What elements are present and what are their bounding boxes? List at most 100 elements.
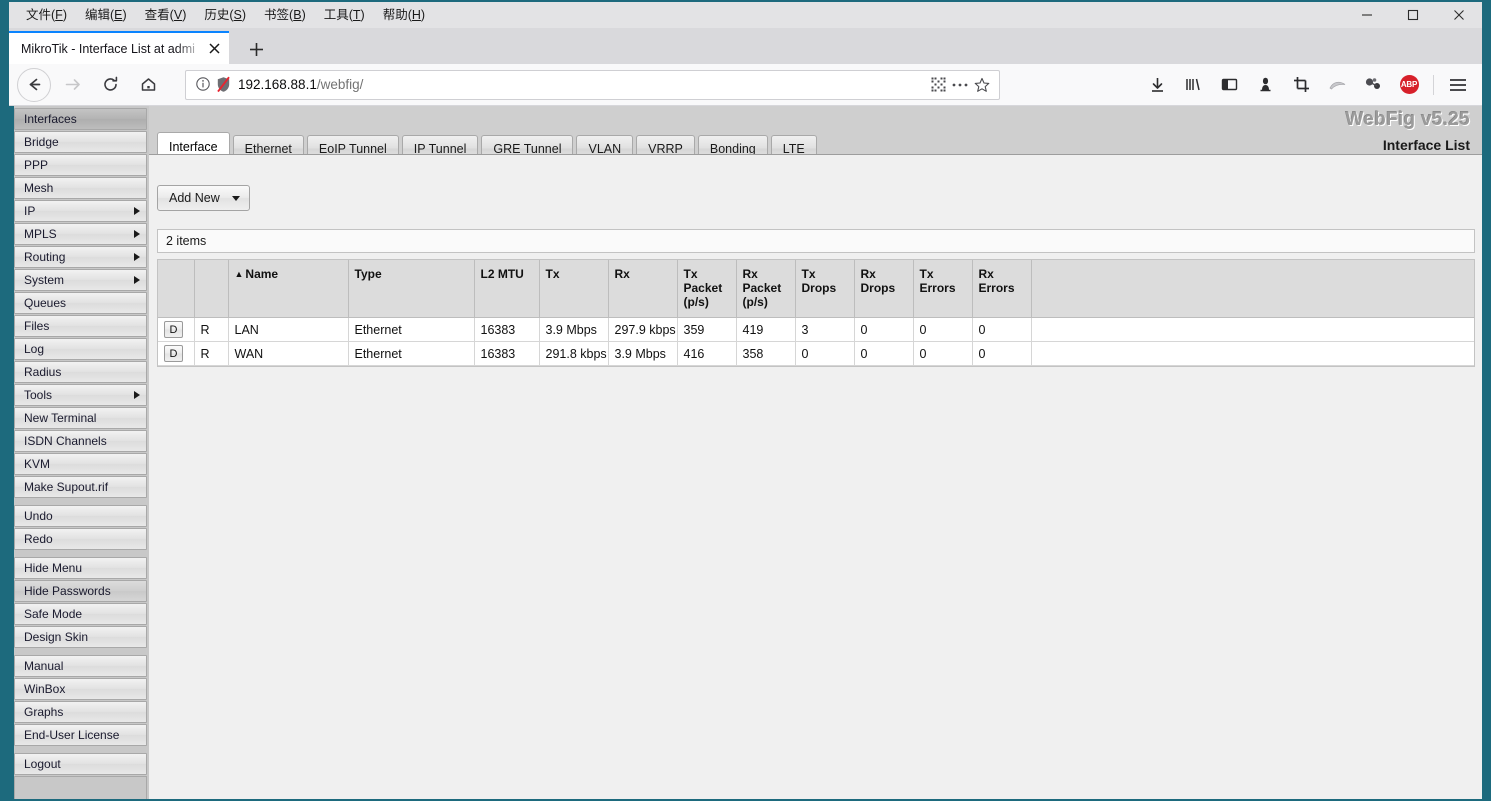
sidebar-item-design-skin[interactable]: Design Skin [14,626,147,648]
menu-item-1[interactable]: 文件(F) [17,4,76,26]
browser-toolbar-icons: ABP [1139,70,1482,100]
sidebar-icon[interactable] [1214,70,1244,100]
cell-rx: 3.9 Mbps [608,341,678,366]
url-bar[interactable]: 192.168.88.1/webfig/ [185,69,1000,100]
column-header-l2-mtu[interactable]: L2 MTU [474,260,540,318]
sidebar-item-end-user-license[interactable]: End-User License [14,724,147,746]
adblock-plus-icon[interactable]: ABP [1394,70,1424,100]
sidebar-item-radius[interactable]: Radius [14,361,147,383]
column-header-blank-13 [1031,260,1474,318]
detail-button[interactable]: D [164,345,183,362]
ellipsis-icon[interactable] [949,74,971,96]
detail-button[interactable]: D [164,321,183,338]
info-circle-icon[interactable] [195,76,212,93]
sidebar-item-bridge[interactable]: Bridge [14,131,147,153]
qr-code-icon[interactable] [927,74,949,96]
sidebar-item-label: Redo [24,532,53,546]
sidebar-item-mpls[interactable]: MPLS [14,223,147,245]
cell-name: WAN [228,341,349,366]
sidebar-item-hide-passwords[interactable]: Hide Passwords [14,580,147,602]
maximize-button[interactable] [1390,2,1436,28]
sidebar-item-system[interactable]: System [14,269,147,291]
sidebar-item-graphs[interactable]: Graphs [14,701,147,723]
sidebar-item-isdn-channels[interactable]: ISDN Channels [14,430,147,452]
column-header-rx-packet-p-s[interactable]: Rx Packet (p/s) [736,260,796,318]
close-button[interactable] [1436,2,1482,28]
sidebar-item-make-supout-rif[interactable]: Make Supout.rif [14,476,147,498]
sidebar-item-redo[interactable]: Redo [14,528,147,550]
column-header-tx-packet-p-s[interactable]: Tx Packet (p/s) [677,260,737,318]
webfig-version: WebFig v5.25 [1345,109,1470,130]
star-icon[interactable] [971,74,993,96]
screenshot-icon[interactable] [1286,70,1316,100]
column-header-type[interactable]: Type [348,260,475,318]
add-new-button[interactable]: Add New [157,185,250,211]
chevron-right-icon [134,391,140,399]
downloads-icon[interactable] [1142,70,1172,100]
column-header-rx[interactable]: Rx [608,260,678,318]
sidebar-item-label: Graphs [24,705,64,719]
column-header-name[interactable]: ▲ Name [228,260,349,318]
cell-detail[interactable]: D [158,341,195,366]
sidebar-item-label: New Terminal [24,411,97,425]
sidebar-item-kvm[interactable]: KVM [14,453,147,475]
sidebar-item-ip[interactable]: IP [14,200,147,222]
hamburger-menu-icon[interactable] [1443,70,1473,100]
cell-detail[interactable]: D [158,317,195,342]
sidebar-item-files[interactable]: Files [14,315,147,337]
sidebar-item-log[interactable]: Log [14,338,147,360]
forward-arrow-icon [55,68,89,102]
column-header-tx-drops[interactable]: Tx Drops [795,260,855,318]
menu-item-3[interactable]: 查看(V) [136,4,196,26]
sidebar-item-label: Tools [24,388,53,402]
cell-type: Ethernet [348,317,475,342]
sidebar-item-hide-menu[interactable]: Hide Menu [14,557,147,579]
new-tab-button[interactable] [240,35,272,64]
menu-item-2[interactable]: 编辑(E) [76,4,136,26]
sidebar-item-manual[interactable]: Manual [14,655,147,677]
sidebar-item-interfaces[interactable]: Interfaces [14,108,147,130]
sidebar-item-logout[interactable]: Logout [14,753,147,775]
column-header-tx-errors[interactable]: Tx Errors [913,260,973,318]
sidebar-item-new-terminal[interactable]: New Terminal [14,407,147,429]
sidebar-item-safe-mode[interactable]: Safe Mode [14,603,147,625]
interface-table-container: ▲ Name Type L2 MTU Tx Rx Tx Packet (p/s) Rx Pac… [157,259,1475,367]
sidebar-item-tools[interactable]: Tools [14,384,147,406]
url-text[interactable]: 192.168.88.1/webfig/ [238,77,927,92]
sidebar-item-winbox[interactable]: WinBox [14,678,147,700]
sort-ascending-icon: ▲ [234,269,244,279]
menu-item-4[interactable]: 历史(S) [195,4,255,26]
reload-icon[interactable] [93,68,127,102]
pocket-icon[interactable] [1250,70,1280,100]
cell-tx-drops: 3 [795,317,855,342]
column-header-tx[interactable]: Tx [539,260,609,318]
sidebar-item-label: Undo [24,509,53,523]
sidebar-item-queues[interactable]: Queues [14,292,147,314]
cell-rx: 297.9 kbps [608,317,678,342]
table-row[interactable]: D R WAN Ethernet 16383 291.8 kbps 3.9 Mbps 416 3… [158,341,1474,366]
home-icon[interactable] [131,68,165,102]
table-row[interactable]: D R LAN Ethernet 16383 3.9 Mbps 297.9 kbps 359 4… [158,317,1474,342]
sidebar-item-ppp[interactable]: PPP [14,154,147,176]
sidebar-item-label: Routing [24,250,66,264]
browser-tab-active[interactable]: MikroTik - Interface List at admi [9,31,229,64]
column-header-rx-errors[interactable]: Rx Errors [972,260,1032,318]
menu-item-7[interactable]: 帮助(H) [374,4,434,26]
sidebar-item-undo[interactable]: Undo [14,505,147,527]
shield-off-icon[interactable] [216,76,231,93]
extension-molecule-icon[interactable] [1358,70,1388,100]
sidebar-item-routing[interactable]: Routing [14,246,147,268]
sidebar-item-mesh[interactable]: Mesh [14,177,147,199]
cell-flags: R [194,317,229,342]
tab-title: MikroTik - Interface List at admi [21,41,195,56]
library-icon[interactable] [1178,70,1208,100]
column-header-rx-drops[interactable]: Rx Drops [854,260,914,318]
chevron-down-icon [231,195,240,201]
minimize-button[interactable] [1344,2,1390,28]
back-arrow-icon[interactable] [17,67,51,102]
menu-item-6[interactable]: 工具(T) [315,4,374,26]
close-icon[interactable] [205,40,223,58]
menu-item-5[interactable]: 书签(B) [255,4,315,26]
undo-close-tab-icon[interactable] [1322,70,1352,100]
cell-flags: R [194,341,229,366]
